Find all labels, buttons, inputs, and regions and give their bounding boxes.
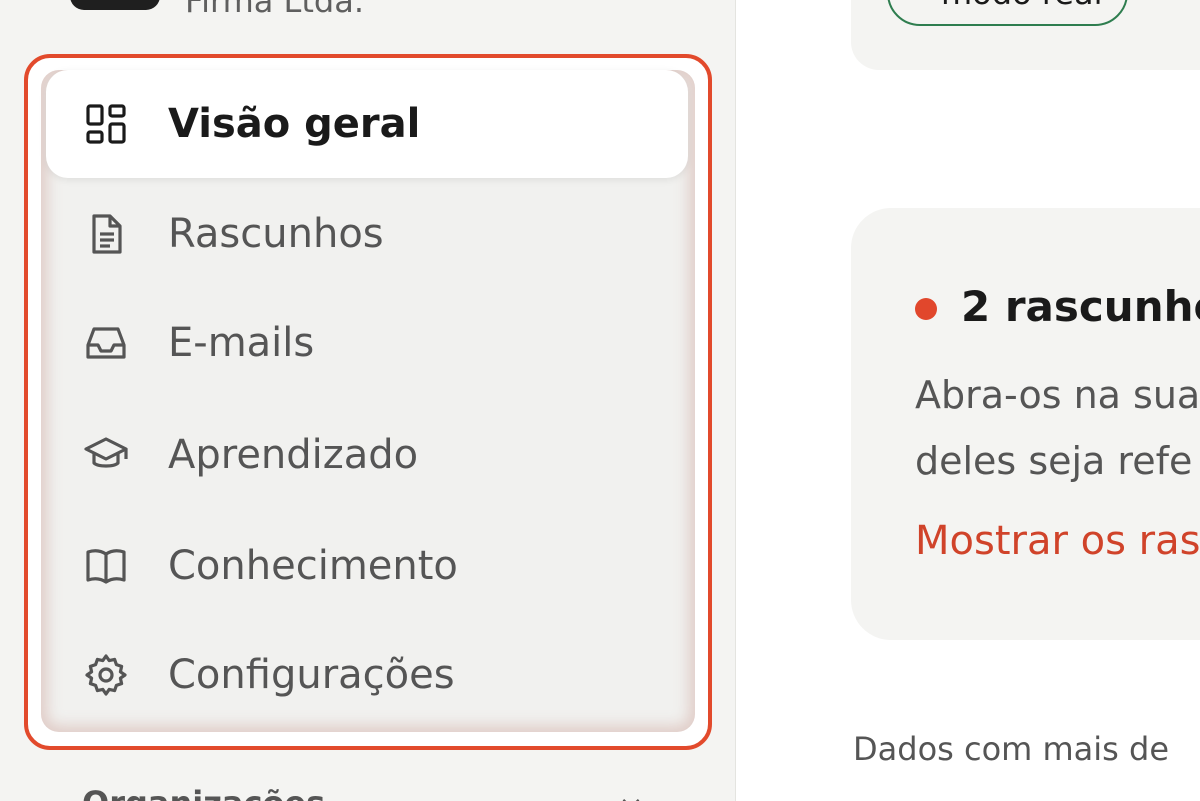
sidebar-item-label: Conhecimento: [168, 543, 458, 589]
document-icon: [80, 208, 132, 260]
data-note: Dados com mais de: [853, 730, 1170, 768]
drafts-description: Abra-os na sua deles seja refe: [915, 362, 1200, 494]
sidebar-item-e-mails[interactable]: E-mails: [46, 290, 688, 396]
drafts-description-line: Abra-os na sua: [915, 373, 1200, 417]
gear-icon: [80, 649, 132, 701]
sidebar-item-label: E-mails: [168, 320, 315, 366]
book-icon: [80, 540, 132, 592]
sidebar-item-label: Visão geral: [168, 101, 421, 147]
main-content: modo real 2 rascunhos Abra-os na sua del…: [737, 0, 1200, 801]
drafts-title: 2 rascunhos: [961, 282, 1200, 331]
drafts-card: 2 rascunhos Abra-os na sua deles seja re…: [851, 208, 1200, 640]
org-name: Firma Ltda.: [185, 0, 364, 20]
drafts-description-line: deles seja refe: [915, 439, 1193, 483]
grid-icon: [80, 98, 132, 150]
status-card: modo real: [851, 0, 1200, 70]
sidebar: Firma Ltda. Visão geral Rascunhos E-mail…: [0, 0, 736, 801]
mode-badge[interactable]: modo real: [887, 0, 1129, 26]
graduation-cap-icon: [80, 429, 132, 481]
org-avatar[interactable]: [70, 0, 160, 10]
chevron-down-icon[interactable]: [618, 790, 644, 801]
show-drafts-link[interactable]: Mostrar os rascunhos: [915, 518, 1200, 564]
sidebar-item-conhecimento[interactable]: Conhecimento: [46, 513, 688, 619]
sidebar-item-rascunhos[interactable]: Rascunhos: [46, 181, 688, 287]
sidebar-item-visao-geral[interactable]: Visão geral: [46, 70, 688, 178]
sidebar-item-label: Aprendizado: [168, 432, 419, 478]
sidebar-item-label: Configurações: [168, 652, 455, 698]
organizations-section-title[interactable]: Organizações: [82, 784, 325, 801]
sidebar-item-label: Rascunhos: [168, 211, 384, 257]
alert-dot-icon: [915, 298, 937, 320]
sidebar-item-configuracoes[interactable]: Configurações: [46, 622, 688, 728]
inbox-icon: [80, 317, 132, 369]
mode-label: modo real: [941, 0, 1102, 12]
sidebar-item-aprendizado[interactable]: Aprendizado: [46, 402, 688, 508]
